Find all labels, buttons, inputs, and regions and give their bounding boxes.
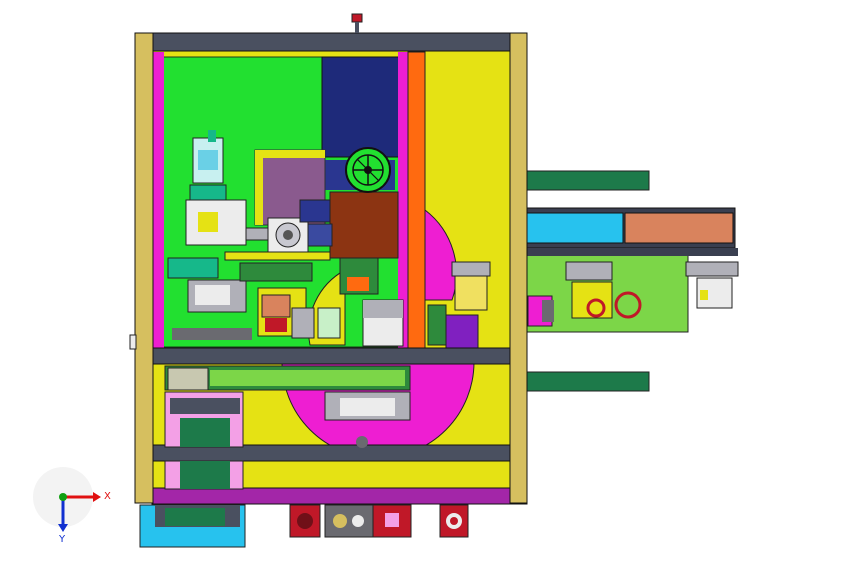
x-axis-label: X (104, 491, 111, 502)
brown-motor-block (329, 191, 399, 259)
middle-beam (151, 347, 526, 365)
bottom-purple-beam (151, 487, 528, 505)
left-magenta-strip (152, 52, 164, 348)
top-rail (526, 170, 650, 191)
purple-sensor (445, 314, 479, 349)
y-axis-dot (59, 493, 67, 501)
orange-rail (407, 51, 426, 349)
cad-viewport[interactable]: X Y (0, 0, 867, 562)
slide-cylinder (167, 257, 219, 279)
yellow-actuator (454, 274, 488, 311)
left-post (134, 32, 154, 504)
main-frame (129, 13, 528, 505)
navy-housing (321, 56, 401, 158)
clamp-block (261, 294, 291, 318)
conveyor-belt-mid (526, 212, 624, 244)
carriage-top (565, 261, 613, 281)
selector-switch[interactable] (324, 504, 374, 538)
conveyor-belt-right (624, 212, 734, 244)
top-knob (351, 13, 363, 23)
y-axis-label: Y (58, 534, 66, 545)
assembly-drawing: X Y (33, 13, 739, 548)
bottom-rail (526, 371, 650, 392)
top-beam (134, 32, 528, 52)
right-post (509, 32, 528, 504)
control-panel (139, 504, 469, 548)
linear-guide (239, 262, 313, 282)
side-bracket (685, 261, 739, 277)
coordinate-triad: X Y (33, 467, 111, 545)
hand-wheel[interactable] (345, 147, 391, 193)
